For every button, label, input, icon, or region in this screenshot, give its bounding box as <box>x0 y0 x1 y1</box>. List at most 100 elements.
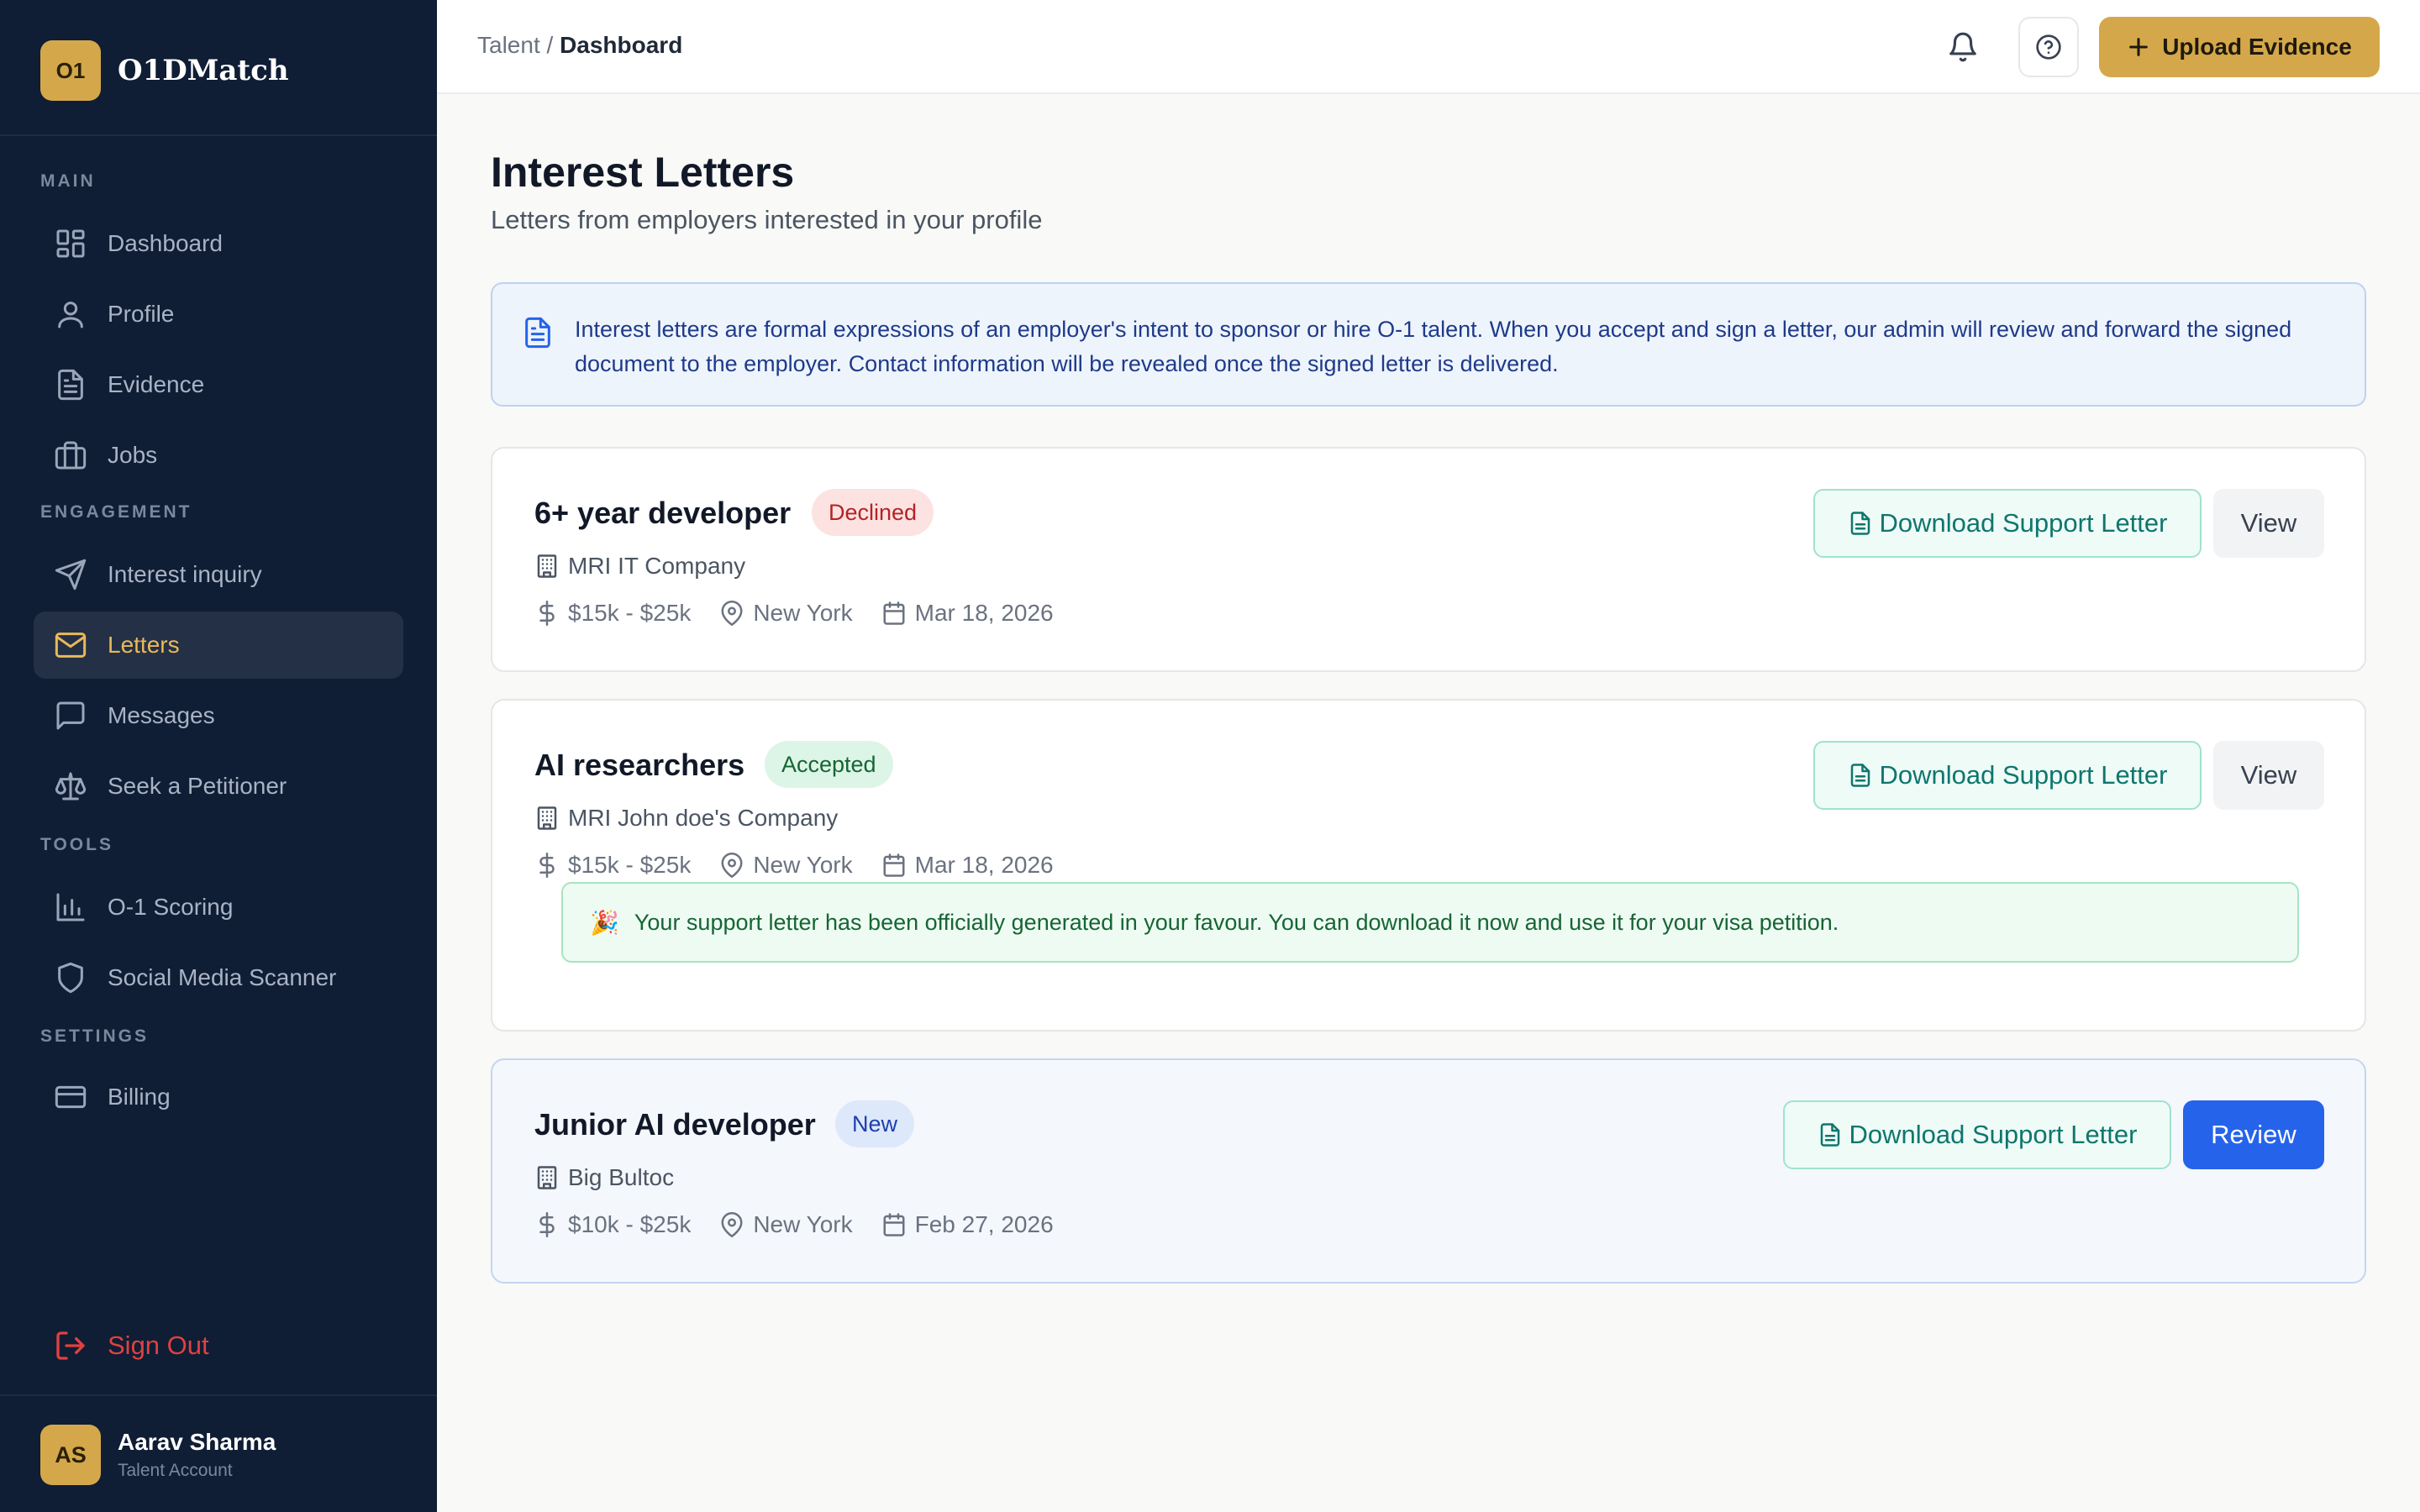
user-name: Aarav Sharma <box>118 1429 276 1455</box>
bar-chart-icon <box>56 893 85 921</box>
sidebar-item-label: Messages <box>108 702 215 728</box>
dollar-icon <box>539 601 555 626</box>
sidebar-item-seek-petitioner[interactable]: Seek a Petitioner <box>34 753 403 820</box>
location: New York <box>753 1211 853 1237</box>
download-label: Download Support Letter <box>1849 1120 2138 1149</box>
sidebar-item-social-media-scanner[interactable]: Social Media Scanner <box>34 944 403 1011</box>
sidebar-item-label: Jobs <box>108 442 158 468</box>
view-button[interactable]: View <box>2213 741 2324 810</box>
sign-out-label: Sign Out <box>108 1331 209 1360</box>
letter-meta: $10k - $25k New York Feb 27, 2026 <box>534 1211 1054 1238</box>
calendar-icon <box>883 853 905 877</box>
avatar: AS <box>40 1425 101 1485</box>
status-badge: New <box>835 1100 915 1147</box>
upload-evidence-label: Upload Evidence <box>2162 34 2352 60</box>
sidebar-item-label: Interest inquiry <box>108 561 262 587</box>
sidebar-item-profile[interactable]: Profile <box>34 281 403 348</box>
company: Big Bultoc <box>534 1164 674 1191</box>
top-header: Talent / Dashboard Upload Evidence <box>437 0 2420 94</box>
mail-icon <box>55 633 87 658</box>
sidebar-item-messages[interactable]: Messages <box>34 682 403 749</box>
salary: $15k - $25k <box>568 852 692 878</box>
page-title: Interest Letters <box>491 149 795 196</box>
breadcrumb-parent[interactable]: Talent / <box>477 32 553 58</box>
breadcrumb: Talent / Dashboard <box>477 32 682 59</box>
review-button[interactable]: Review <box>2183 1100 2324 1169</box>
section-label-engagement: ENGAGEMENT <box>40 502 192 522</box>
user-icon <box>58 302 83 328</box>
building-icon <box>537 806 557 830</box>
message-icon <box>56 701 85 730</box>
sidebar-item-label: Evidence <box>108 371 205 397</box>
success-text: Your support letter has been officially … <box>634 909 1839 935</box>
section-label-tools: TOOLS <box>40 835 113 854</box>
info-text: Interest letters are formal expressions … <box>575 317 2292 376</box>
logout-icon <box>56 1331 85 1360</box>
file-icon <box>1850 512 1870 535</box>
company-name: MRI John doe's Company <box>568 805 839 831</box>
sidebar-item-label: Profile <box>108 301 175 327</box>
download-label: Download Support Letter <box>1879 508 2168 538</box>
letter-card: Junior AI developer New Big Bultoc $10k … <box>491 1058 2366 1284</box>
letter-title: Junior AI developer <box>534 1107 816 1142</box>
calendar-icon <box>883 601 905 625</box>
file-icon <box>1850 764 1870 787</box>
sidebar-item-billing[interactable]: Billing <box>34 1063 403 1131</box>
notifications-button[interactable] <box>1933 17 1993 77</box>
company-name: MRI IT Company <box>568 553 746 579</box>
sidebar-item-o1-scoring[interactable]: O-1 Scoring <box>34 874 403 941</box>
brand[interactable]: O1 O1DMatch <box>40 40 289 101</box>
sidebar-item-interest-inquiry[interactable]: Interest inquiry <box>34 541 403 608</box>
section-label-main: MAIN <box>40 171 96 191</box>
letter-title: 6+ year developer <box>534 496 792 530</box>
scale-icon <box>55 772 87 801</box>
status-badge: Declined <box>812 489 934 536</box>
company: MRI John doe's Company <box>534 805 838 832</box>
sign-out-button[interactable]: Sign Out <box>34 1312 209 1379</box>
file-text-icon <box>58 369 83 401</box>
breadcrumb-current: Dashboard <box>560 32 683 58</box>
section-label-settings: SETTINGS <box>40 1026 150 1046</box>
file-text-icon <box>525 317 550 349</box>
send-icon <box>55 559 87 591</box>
sidebar-item-label: Seek a Petitioner <box>108 773 287 799</box>
salary: $15k - $25k <box>568 600 692 626</box>
letter-title: AI researchers <box>534 748 745 782</box>
sidebar-item-letters[interactable]: Letters <box>34 612 403 679</box>
plus-icon <box>2129 38 2149 56</box>
view-button[interactable]: View <box>2213 489 2324 558</box>
briefcase-icon <box>55 441 87 470</box>
sidebar-item-label: Letters <box>108 632 180 658</box>
map-pin-icon <box>721 601 743 626</box>
sidebar-item-jobs[interactable]: Jobs <box>34 422 403 489</box>
download-label: Download Support Letter <box>1879 760 2168 790</box>
sidebar: O1 O1DMatch MAIN Dashboard Profile Evide… <box>0 0 437 1512</box>
divider <box>0 134 437 136</box>
party-icon: 🎉 <box>590 909 619 936</box>
sidebar-item-dashboard[interactable]: Dashboard <box>34 210 403 277</box>
brand-name: O1DMatch <box>118 54 289 87</box>
salary: $10k - $25k <box>568 1211 692 1237</box>
dollar-icon <box>539 1212 555 1237</box>
sidebar-item-label: Dashboard <box>108 230 223 256</box>
letter-card: 6+ year developer Declined MRI IT Compan… <box>491 447 2366 672</box>
download-support-letter-button[interactable]: Download Support Letter <box>1813 489 2202 558</box>
success-message: 🎉 Your support letter has been officiall… <box>561 882 2299 963</box>
download-support-letter-button[interactable]: Download Support Letter <box>1813 741 2202 810</box>
download-support-letter-button[interactable]: Download Support Letter <box>1783 1100 2171 1169</box>
calendar-icon <box>883 1213 905 1236</box>
location: New York <box>753 852 853 878</box>
dashboard-icon <box>56 229 85 258</box>
sidebar-item-label: O-1 Scoring <box>108 894 234 920</box>
building-icon <box>537 554 557 578</box>
location: New York <box>753 600 853 626</box>
user-account[interactable]: AS Aarav Sharma Talent Account <box>40 1425 276 1485</box>
upload-evidence-button[interactable]: Upload Evidence <box>2099 17 2380 77</box>
company-name: Big Bultoc <box>568 1164 675 1190</box>
user-role: Talent Account <box>118 1461 233 1480</box>
sidebar-item-evidence[interactable]: Evidence <box>34 351 403 418</box>
help-button[interactable] <box>2018 17 2079 77</box>
bell-icon <box>1949 32 1976 62</box>
page-subtitle: Letters from employers interested in you… <box>491 205 1043 234</box>
date: Mar 18, 2026 <box>914 600 1054 626</box>
